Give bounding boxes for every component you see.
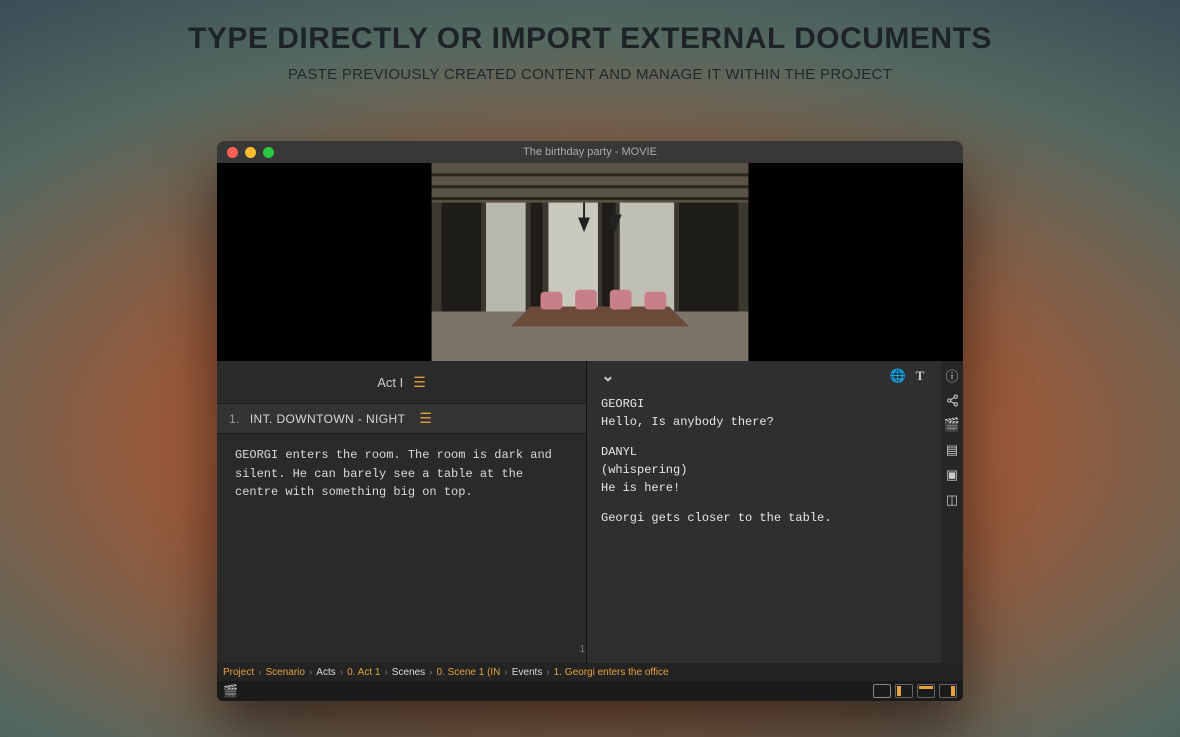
scene-outline-pane: Act I ☰ 1. INT. DOWNTOWN - NIGHT ☰ GEORG…: [217, 361, 587, 663]
script-pane: ⌄ 🌐 T GEORGI Hello, Is anybody there? DA…: [587, 361, 941, 663]
dialogue-line: He is here!: [601, 479, 927, 497]
character-name: GEORGI: [601, 395, 927, 413]
window-title: The birthday party - MOVIE: [217, 146, 963, 158]
preview-area: [217, 163, 963, 361]
breadcrumb-item[interactable]: 0. Scene 1 (IN: [436, 667, 500, 678]
footer-bar: 🎬: [217, 681, 963, 701]
list-icon[interactable]: ☰: [419, 410, 432, 427]
breadcrumb-item[interactable]: 1. Georgi enters the office: [554, 667, 669, 678]
board-icon[interactable]: ◫: [944, 492, 960, 508]
titlebar: The birthday party - MOVIE: [217, 141, 963, 163]
script-editor[interactable]: GEORGI Hello, Is anybody there? DANYL (w…: [587, 391, 941, 553]
image-icon[interactable]: ▣: [944, 467, 960, 483]
list-icon[interactable]: ☰: [413, 374, 426, 391]
app-window: The birthday party - MOVIE: [217, 141, 963, 701]
page-number: 1: [577, 644, 585, 655]
layout-right-icon[interactable]: [939, 684, 957, 698]
breadcrumb-item[interactable]: Scenes: [392, 667, 425, 678]
breadcrumb-item[interactable]: Scenario: [265, 667, 304, 678]
right-tool-rail: ⓘ 🎬 ▤ ▣ ◫: [941, 361, 963, 663]
share-icon[interactable]: [944, 392, 960, 408]
breadcrumb-item[interactable]: Acts: [316, 667, 335, 678]
globe-icon[interactable]: 🌐: [887, 368, 909, 384]
text-tool-icon[interactable]: T: [909, 368, 931, 384]
scene-heading-row[interactable]: 1. INT. DOWNTOWN - NIGHT ☰: [217, 403, 586, 434]
layout-single-icon[interactable]: [873, 684, 891, 698]
layout-top-icon[interactable]: [917, 684, 935, 698]
promo-subline: PASTE PREVIOUSLY CREATED CONTENT AND MAN…: [0, 66, 1180, 83]
clapboard-icon[interactable]: 🎬: [223, 684, 238, 698]
layout-left-icon[interactable]: [895, 684, 913, 698]
dialogue-line: Hello, Is anybody there?: [601, 413, 927, 431]
scene-preview-image: [430, 163, 750, 361]
breadcrumb-item[interactable]: Events: [512, 667, 543, 678]
clapboard-icon[interactable]: 🎬: [944, 417, 960, 433]
breadcrumb-item[interactable]: 0. Act 1: [347, 667, 380, 678]
act-header[interactable]: Act I ☰: [217, 361, 586, 403]
breadcrumb: Project› Scenario› Acts› 0. Act 1› Scene…: [217, 663, 963, 681]
scene-heading: INT. DOWNTOWN - NIGHT: [250, 412, 406, 426]
character-name: DANYL: [601, 443, 927, 461]
breadcrumb-item[interactable]: Project: [223, 667, 254, 678]
info-icon[interactable]: ⓘ: [944, 367, 960, 383]
page-icon[interactable]: ▤: [944, 442, 960, 458]
scene-number: 1.: [229, 412, 240, 426]
promo-headline: TYPE DIRECTLY OR IMPORT EXTERNAL DOCUMEN…: [0, 22, 1180, 56]
action-line: Georgi gets closer to the table.: [601, 509, 927, 527]
parenthetical: (whispering): [601, 461, 927, 479]
scene-description[interactable]: GEORGI enters the room. The room is dark…: [217, 434, 586, 514]
act-label: Act I: [377, 375, 403, 390]
chevron-down-icon[interactable]: ⌄: [597, 366, 619, 386]
